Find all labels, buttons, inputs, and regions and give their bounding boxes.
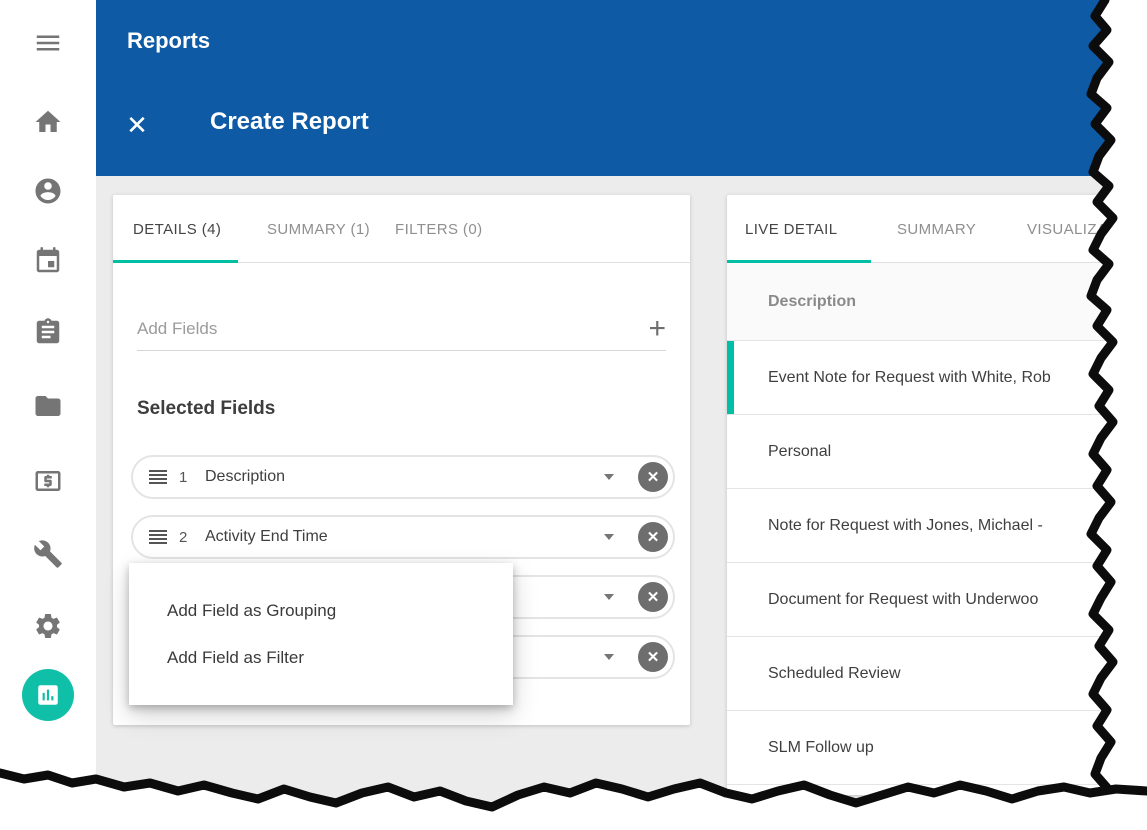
tab-visualization[interactable]: VISUALIZA [1027,195,1107,263]
remove-field-button[interactable]: ✕ [638,462,668,492]
appbar: Reports ✕ Create Report [96,0,1147,176]
sidebar-item-reports-active[interactable] [0,669,96,721]
column-header: Description [768,292,857,310]
bar-chart-icon [38,685,58,705]
table-row[interactable]: SLM Follow up [727,711,1147,785]
preview-tabs: LIVE DETAIL SUMMARY VISUALIZA [727,195,1147,263]
sidebar-item-clipboard[interactable] [0,315,96,349]
row-text: Scheduled Review [768,664,901,682]
hamburger-menu-icon [36,35,60,51]
table-row[interactable]: Scheduled Review [727,637,1147,711]
table-row[interactable]: Event Note for Request with White, Rob [727,341,1147,415]
reports-active-badge [22,669,74,721]
row-text: SLM Follow up [768,738,874,756]
field-order: 2 [179,528,188,546]
person-icon [35,178,61,204]
builder-tabs: DETAILS (4) SUMMARY (1) FILTERS (0) [113,195,690,263]
sidebar-item-money[interactable] [0,464,96,498]
chevron-down-icon[interactable] [604,594,614,600]
chevron-down-icon[interactable] [604,474,614,480]
menu-item-add-filter[interactable]: Add Field as Filter [167,641,503,675]
chevron-down-icon[interactable] [604,654,614,660]
selected-field-row[interactable]: 2 Activity End Time ✕ [131,515,675,559]
field-order: 1 [179,468,188,486]
selected-field-row[interactable]: 1 Description ✕ [131,455,675,499]
field-context-menu: Add Field as Grouping Add Field as Filte… [129,563,513,705]
sidebar-item-settings[interactable] [0,609,96,643]
report-builder-panel: DETAILS (4) SUMMARY (1) FILTERS (0) Add … [113,195,690,725]
remove-field-button[interactable]: ✕ [638,582,668,612]
field-label: Description [205,468,286,485]
table-row[interactable]: Document for Request with Underwoo [727,563,1147,637]
tab-details[interactable]: DETAILS (4) [133,195,221,263]
home-icon [35,110,61,132]
page-title: Reports [127,28,211,53]
tab-summary-left[interactable]: SUMMARY (1) [267,195,370,263]
add-fields-placeholder: Add Fields [137,318,218,338]
sidebar-item-home[interactable] [0,105,96,139]
tab-filters[interactable]: FILTERS (0) [395,195,482,263]
field-label: Activity End Time [205,528,328,545]
wrench-icon [34,540,62,568]
tab-summary-right[interactable]: SUMMARY [897,195,976,263]
row-text: Event Note for Request with White, Rob [768,368,1051,386]
sidebar [0,0,96,830]
selected-fields-heading: Selected Fields [137,398,276,419]
dialog-title: Create Report [210,108,369,135]
tab-live-detail[interactable]: LIVE DETAIL [745,195,838,263]
table-row[interactable]: Note for Request with Jones, Michael - [727,489,1147,563]
sidebar-item-folder[interactable] [0,389,96,423]
drag-handle-icon[interactable] [149,530,167,544]
plus-icon[interactable]: + [648,313,666,344]
add-fields-input[interactable]: Add Fields + [137,307,666,351]
row-text: Document for Request with Underwoo [768,590,1039,608]
row-text: Personal [768,442,832,460]
folder-icon [35,396,61,416]
content-area: DETAILS (4) SUMMARY (1) FILTERS (0) Add … [96,176,1147,830]
sidebar-item-tools[interactable] [0,537,96,571]
sidebar-item-calendar[interactable] [0,244,96,278]
chevron-down-icon[interactable] [604,534,614,540]
report-preview-panel: LIVE DETAIL SUMMARY VISUALIZA Descriptio… [727,195,1147,795]
sidebar-item-menu[interactable] [0,26,96,60]
remove-field-button[interactable]: ✕ [638,522,668,552]
drag-handle-icon[interactable] [149,470,167,484]
table-header-row: Description [727,263,1147,341]
menu-item-add-grouping[interactable]: Add Field as Grouping [167,594,503,628]
table-row[interactable]: Personal [727,415,1147,489]
clipboard-icon [36,318,60,344]
sidebar-item-person[interactable] [0,174,96,208]
active-tab-indicator [113,260,238,263]
money-icon [35,471,61,491]
remove-field-button[interactable]: ✕ [638,642,668,672]
calendar-icon [36,247,60,273]
app-screen: Reports ✕ Create Report DETAILS (4) SUMM… [0,0,1147,830]
close-icon[interactable]: ✕ [120,108,154,142]
gear-icon [36,614,60,638]
row-text: Note for Request with Jones, Michael - [768,516,1043,534]
